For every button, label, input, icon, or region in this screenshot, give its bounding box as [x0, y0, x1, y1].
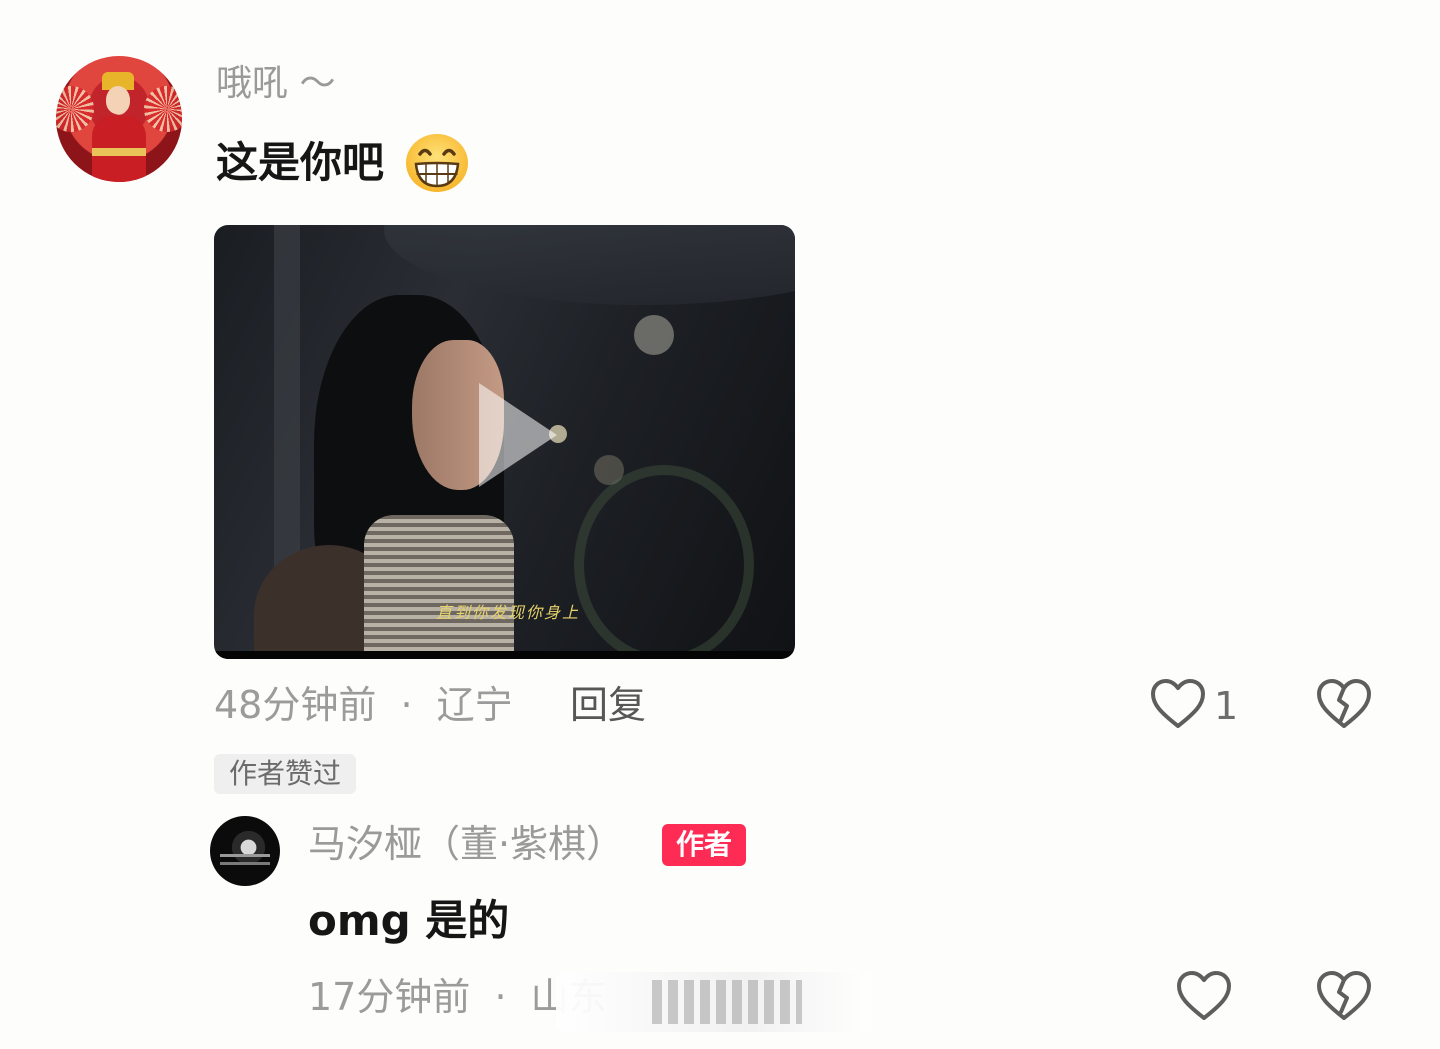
video-scene: [634, 315, 674, 355]
video-subtitle: 直到你发现你身上: [436, 603, 581, 622]
watermark-overlay: [556, 972, 872, 1032]
video-scene: [364, 515, 514, 659]
heart-icon[interactable]: [1150, 678, 1206, 730]
watermark-glyphs: [652, 980, 802, 1024]
video-scene: [574, 465, 754, 659]
reply-time: 17分钟前: [308, 975, 471, 1019]
reply-text: omg 是的: [308, 896, 510, 945]
meta-separator: ·: [400, 683, 413, 727]
author-tag: 作者: [662, 824, 747, 866]
avatar-decoration: [92, 148, 146, 156]
avatar-decoration: [56, 86, 94, 132]
like-count: 1: [1214, 684, 1239, 728]
video-scene: [384, 225, 795, 305]
grinning-face-icon: [406, 134, 468, 192]
comment-text: 这是你吧: [216, 138, 385, 187]
avatar[interactable]: [56, 56, 182, 182]
reply-username[interactable]: 马汐桠（董·紫棋）: [308, 818, 624, 870]
avatar-decoration: [106, 86, 130, 114]
video-progress-bar: [214, 651, 795, 659]
video-scene: [594, 455, 624, 485]
reply-button[interactable]: 回复: [570, 680, 646, 730]
comment-time: 48分钟前: [214, 683, 377, 727]
comment-username[interactable]: 哦吼 ～: [216, 60, 335, 108]
reply-avatar[interactable]: [210, 816, 280, 886]
broken-heart-icon[interactable]: [1316, 678, 1372, 730]
play-icon[interactable]: [479, 383, 557, 487]
heart-icon[interactable]: [1176, 970, 1232, 1022]
broken-heart-icon[interactable]: [1316, 970, 1372, 1022]
meta-separator: ·: [494, 975, 507, 1019]
avatar-decoration: [144, 86, 182, 132]
comment-meta: 48分钟前 · 辽宁: [214, 680, 513, 730]
author-liked-badge: 作者赞过: [214, 754, 357, 794]
comment-location: 辽宁: [436, 683, 513, 727]
avatar-decoration: [220, 854, 270, 857]
video-thumbnail[interactable]: 直到你发现你身上: [214, 225, 795, 659]
